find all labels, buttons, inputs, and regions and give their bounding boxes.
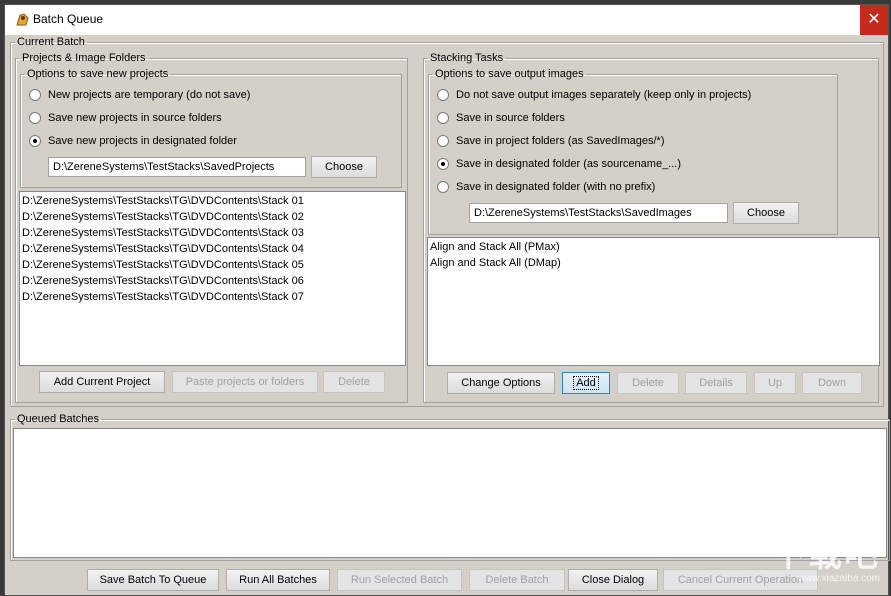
delete-project-button[interactable]: Delete [323,371,385,393]
radio-label: Do not save output images separately (ke… [456,89,752,101]
radio-label: Save in project folders (as SavedImages/… [456,135,665,147]
list-item[interactable]: Align and Stack All (DMap) [428,255,879,271]
radio-label: New projects are temporary (do not save) [48,89,251,101]
save-batch-button[interactable]: Save Batch To Queue [87,569,219,591]
radio-indicator[interactable] [437,135,449,147]
app-icon [16,13,29,26]
add-task-button[interactable]: Add [562,372,610,394]
add-task-label: Add [573,376,599,390]
list-item[interactable]: D:\ZereneSystems\TestStacks\TG\DVDConten… [20,225,405,241]
radio-output-project-folders[interactable]: Save in project folders (as SavedImages/… [437,133,665,149]
projects-legend: Projects & Image Folders [22,52,146,64]
list-item[interactable]: D:\ZereneSystems\TestStacks\TG\DVDConten… [20,241,405,257]
radio-indicator[interactable] [437,89,449,101]
list-item[interactable]: D:\ZereneSystems\TestStacks\TG\DVDConten… [20,273,405,289]
stacking-tasks-legend: Stacking Tasks [430,52,504,64]
radio-label: Save new projects in designated folder [48,135,237,147]
close-dialog-button[interactable]: Close Dialog [568,569,658,591]
delete-batch-button[interactable]: Delete Batch [469,569,565,591]
radio-indicator[interactable] [437,112,449,124]
project-folders-list[interactable]: D:\ZereneSystems\TestStacks\TG\DVDConten… [19,191,406,366]
radio-projects-source-folders[interactable]: Save new projects in source folders [29,110,222,126]
list-item[interactable]: D:\ZereneSystems\TestStacks\TG\DVDConten… [20,209,405,225]
delete-task-button[interactable]: Delete [617,372,679,394]
title-bar[interactable]: Batch Queue ✕ [5,5,888,35]
radio-indicator[interactable] [29,89,41,101]
list-item[interactable]: D:\ZereneSystems\TestStacks\TG\DVDConten… [20,193,405,209]
list-item[interactable]: D:\ZereneSystems\TestStacks\TG\DVDConten… [20,257,405,273]
close-window-button[interactable]: ✕ [860,5,888,35]
radio-indicator[interactable] [29,112,41,124]
run-selected-batch-button[interactable]: Run Selected Batch [337,569,462,591]
radio-label: Save in source folders [456,112,565,124]
window-title: Batch Queue [33,12,104,26]
radio-indicator[interactable] [437,181,449,193]
change-options-button[interactable]: Change Options [447,372,555,394]
radio-label: Save new projects in source folders [48,112,222,124]
paste-projects-button[interactable]: Paste projects or folders [172,371,318,393]
radio-output-designated-no-prefix[interactable]: Save in designated folder (with no prefi… [437,179,655,195]
close-icon: ✕ [867,11,881,28]
details-task-button[interactable]: Details [685,372,747,394]
run-all-batches-button[interactable]: Run All Batches [226,569,330,591]
list-item[interactable]: D:\ZereneSystems\TestStacks\TG\DVDConten… [20,289,405,305]
output-folder-field[interactable]: D:\ZereneSystems\TestStacks\SavedImages [469,203,728,223]
queued-batches-legend: Queued Batches [17,413,99,425]
radio-projects-temporary[interactable]: New projects are temporary (do not save) [29,87,250,103]
radio-indicator-selected[interactable] [29,135,41,147]
output-options-legend: Options to save output images [435,68,584,80]
up-task-button[interactable]: Up [754,372,796,394]
output-choose-button[interactable]: Choose [733,202,799,224]
radio-indicator-selected[interactable] [437,158,449,170]
radio-projects-designated-folder[interactable]: Save new projects in designated folder [29,133,237,149]
radio-label: Save in designated folder (with no prefi… [456,181,656,193]
projects-choose-button[interactable]: Choose [311,156,377,178]
radio-output-source-folders[interactable]: Save in source folders [437,110,565,126]
current-batch-legend: Current Batch [17,36,85,48]
watermark-logo: 下载吧 [772,536,880,574]
radio-label: Save in designated folder (as sourcename… [456,158,682,170]
stacking-tasks-list[interactable]: Align and Stack All (PMax) Align and Sta… [427,237,880,366]
add-current-project-button[interactable]: Add Current Project [39,371,165,393]
watermark-url: www.xiazaiba.com [797,573,880,584]
queued-batches-list[interactable] [13,428,887,558]
project-options-legend: Options to save new projects [27,68,169,80]
watermark: 下载吧 www.xiazaiba.com [760,537,880,589]
down-task-button[interactable]: Down [802,372,862,394]
projects-folder-field[interactable]: D:\ZereneSystems\TestStacks\SavedProject… [48,157,306,177]
radio-output-no-save[interactable]: Do not save output images separately (ke… [437,87,751,103]
list-item[interactable]: Align and Stack All (PMax) [428,239,879,255]
radio-output-designated-sourcename[interactable]: Save in designated folder (as sourcename… [437,156,681,172]
batch-queue-window: Batch Queue ✕ Current Batch Projects & I… [4,4,890,596]
